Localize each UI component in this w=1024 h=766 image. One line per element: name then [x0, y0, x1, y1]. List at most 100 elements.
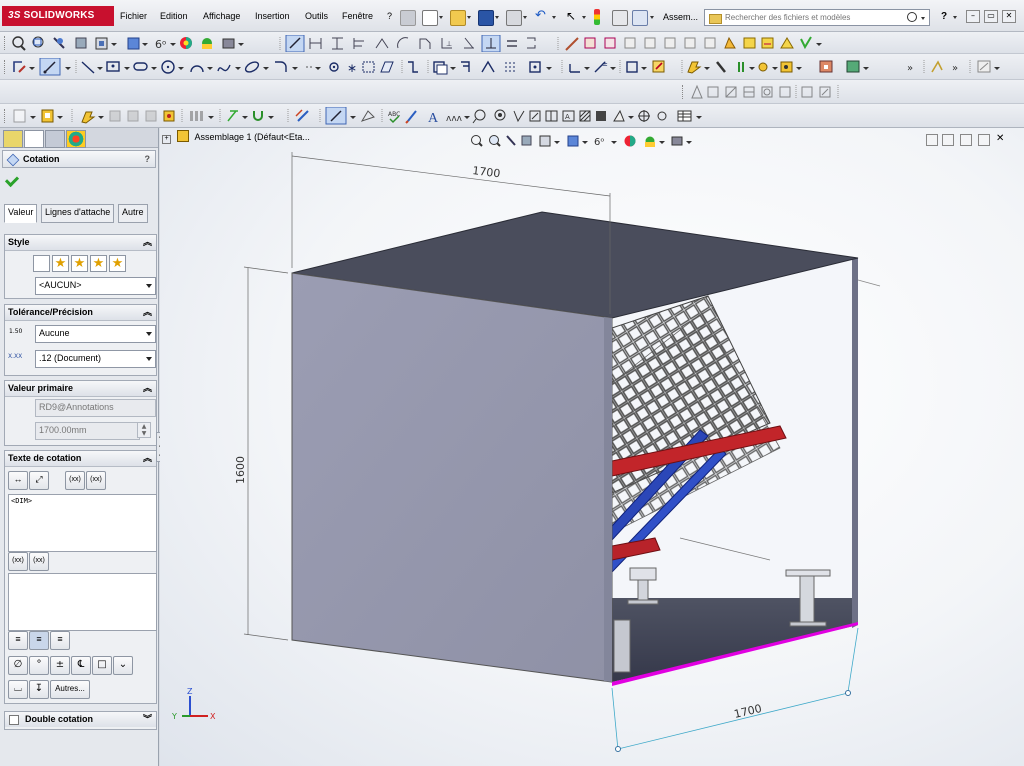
menu-outils[interactable]: Outils [305, 11, 328, 21]
chevron-down-icon[interactable] [994, 67, 1000, 70]
reference-axis-icon[interactable] [227, 110, 238, 122]
features-tool-icon[interactable] [687, 61, 702, 74]
block-icon[interactable] [41, 109, 54, 123]
dim-text-arrow-icon[interactable]: ↔ [8, 471, 28, 490]
baseline-dimension-icon[interactable] [353, 38, 364, 49]
align-right-icon[interactable]: ≡ [50, 631, 70, 650]
table-icon[interactable] [677, 110, 692, 122]
dimension-left[interactable] [243, 266, 289, 641]
linear-component-pattern-icon[interactable] [127, 110, 139, 122]
dim-text-angle-icon[interactable]: ⤢ [29, 471, 49, 490]
style-select[interactable]: <AUCUN> [35, 277, 156, 295]
help-icon[interactable]: ? [937, 10, 951, 24]
search-icon[interactable] [907, 12, 917, 22]
balloon-icon[interactable] [472, 109, 486, 124]
chevron-down-icon[interactable] [772, 67, 778, 70]
reference-geometry-icon[interactable] [800, 36, 812, 50]
note-icon[interactable]: A [428, 111, 439, 125]
chevron-down-icon[interactable] [464, 116, 470, 119]
square-symbol-icon[interactable]: □ [92, 656, 112, 675]
line-tool-icon[interactable] [81, 61, 95, 74]
load-style-star-icon[interactable]: ★ [109, 255, 126, 272]
path-length-icon[interactable] [481, 35, 501, 52]
chevron-down-icon[interactable] [207, 67, 213, 70]
print-icon[interactable] [506, 10, 522, 26]
datum-feature-icon[interactable]: A [562, 110, 575, 122]
chevron-down-icon[interactable] [98, 116, 104, 119]
sketch-3d-icon[interactable] [584, 37, 596, 49]
ellipse-tool-icon[interactable] [244, 60, 260, 74]
new-sheet-icon[interactable] [13, 109, 26, 123]
close-icon[interactable]: ✕ [1002, 10, 1016, 23]
more-tools-chevron-icon[interactable]: » [907, 63, 913, 74]
dimension-top-text[interactable]: 1700 [472, 164, 501, 180]
collapse-icon[interactable]: ︽ [143, 305, 152, 320]
scene-icon[interactable] [202, 38, 212, 49]
graphics-area[interactable]: + Assemblage 1 (Défaut<Eta... 6ᵒ ✕ 1700 … [160, 128, 1024, 766]
chevron-down-icon[interactable] [268, 116, 274, 119]
rib-icon[interactable] [704, 37, 716, 49]
value-spinner[interactable]: ▲ ▼ [137, 422, 151, 438]
circle-tool-icon[interactable] [161, 60, 175, 74]
chevron-down-icon[interactable] [350, 116, 356, 119]
chevron-down-icon[interactable] [495, 16, 499, 19]
display-manager-tab-icon[interactable] [66, 130, 86, 148]
chevron-down-icon[interactable] [170, 43, 176, 46]
search-box[interactable] [704, 9, 930, 26]
chevron-down-icon[interactable] [704, 67, 710, 70]
chevron-down-icon[interactable] [263, 67, 269, 70]
center-mark-icon[interactable] [638, 110, 650, 122]
dimension-bottom-text[interactable]: 1700 [733, 702, 763, 721]
restore-icon[interactable]: ▭ [984, 10, 998, 23]
hide-components-icon[interactable] [190, 111, 203, 121]
plus-minus-symbol-icon[interactable]: ± [50, 656, 70, 675]
exploded-view-icon[interactable] [295, 109, 309, 122]
minimize-icon[interactable]: – [966, 10, 980, 23]
display-style-icon[interactable] [127, 37, 140, 50]
chevron-down-icon[interactable] [29, 67, 35, 70]
diameter-symbol-icon[interactable]: ∅ [8, 656, 28, 675]
weld-icon[interactable] [716, 61, 726, 73]
extend-entities-icon[interactable] [481, 60, 495, 73]
chevron-down-icon[interactable] [523, 16, 527, 19]
dual-dimension-header[interactable]: Double cotation ︾ [5, 712, 156, 727]
chevron-down-icon[interactable] [111, 43, 117, 46]
sketch-icon[interactable] [565, 37, 579, 51]
menu-help[interactable]: ? [387, 11, 392, 21]
rectangle-tool-icon[interactable] [106, 61, 120, 72]
broken-out-section-icon[interactable] [779, 86, 791, 98]
auto-balloon-icon[interactable] [494, 109, 506, 121]
chevron-down-icon[interactable] [610, 67, 616, 70]
chevron-down-icon[interactable] [439, 16, 443, 19]
undo-icon[interactable]: ↶ [535, 9, 549, 24]
tolerance-select[interactable]: Aucune [35, 325, 156, 343]
align-left-icon[interactable]: ≡ [8, 631, 28, 650]
chevron-down-icon[interactable] [242, 116, 248, 119]
chevron-down-icon[interactable] [546, 67, 552, 70]
wrap-icon[interactable] [761, 37, 774, 49]
counterbore-symbol-icon[interactable]: ⌴ [8, 680, 28, 699]
weldment-icon[interactable] [758, 62, 768, 72]
save-style-star-icon[interactable]: ★ [90, 255, 107, 272]
auxiliary-view-icon[interactable] [725, 86, 737, 98]
trim-entities-icon[interactable] [461, 61, 470, 72]
collapse-icon[interactable]: ︽ [143, 451, 152, 466]
centerline-symbol-icon[interactable]: ℄ [71, 656, 91, 675]
draft-icon[interactable] [724, 36, 736, 49]
configuration-manager-tab-icon[interactable] [45, 130, 65, 148]
property-manager-tab-icon[interactable] [24, 130, 44, 148]
collapse-icon[interactable]: ︽ [143, 381, 152, 396]
menu-fenetre[interactable]: Fenêtre [342, 11, 373, 21]
chevron-down-icon[interactable] [65, 67, 71, 70]
chevron-down-icon[interactable] [584, 67, 590, 70]
dimension-name-field[interactable]: RD9@Annotations [35, 399, 156, 417]
menu-insertion[interactable]: Insertion [255, 11, 290, 21]
menu-fichier[interactable]: Fichier [120, 11, 147, 21]
magnetic-line-icon[interactable] [596, 111, 606, 121]
chevron-down-icon[interactable] [238, 43, 244, 46]
more-tools-chevron-icon[interactable]: » [952, 63, 958, 74]
spline-tool-icon[interactable] [217, 64, 231, 72]
style-header[interactable]: Style ︽ [5, 235, 156, 251]
coincident-relation-icon[interactable] [527, 37, 536, 49]
fully-define-sketch-icon[interactable]: ⊥ [441, 38, 452, 49]
